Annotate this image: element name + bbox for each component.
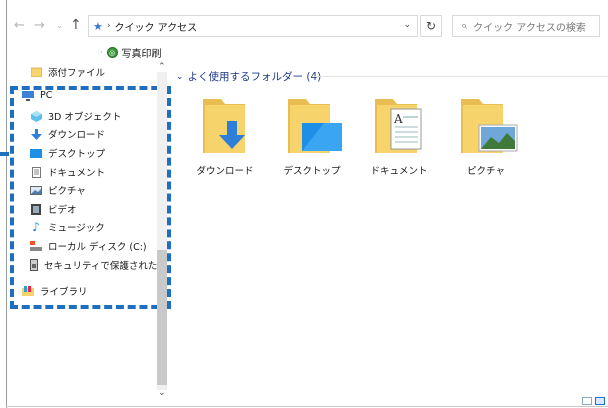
nav-item-label: ドキュメント <box>48 168 106 179</box>
nav-item-label: ピクチャ <box>48 186 86 197</box>
folder-icon <box>30 67 42 78</box>
nav-item-label: 3D オブジェクト <box>48 112 122 123</box>
folder-tile-downloads[interactable]: ダウンロード <box>190 95 260 177</box>
download-folder-icon <box>203 99 245 153</box>
desktop-icon <box>30 148 42 159</box>
nav-item-downloads[interactable]: ダウンロード <box>30 127 105 141</box>
nav-item-3d-objects[interactable]: 3D オブジェクト <box>30 109 121 123</box>
pictures-folder-icon <box>461 99 518 153</box>
section-title: よく使用するフォルダー (4) <box>187 71 322 83</box>
pictures-icon <box>30 185 42 196</box>
scroll-down-icon[interactable]: ⌄ <box>158 388 166 398</box>
nav-item-label: PC <box>40 90 53 101</box>
nav-item-music[interactable]: ♪ ミュージック <box>30 220 105 234</box>
window-left-border <box>6 0 7 408</box>
documents-folder-icon: A <box>375 99 422 153</box>
address-dropdown-icon[interactable]: ⌄ <box>403 20 411 30</box>
section-divider <box>312 76 608 77</box>
nav-item-desktop[interactable]: デスクトップ <box>30 146 105 160</box>
breadcrumb-separator: › <box>106 21 111 31</box>
refresh-icon: ↻ <box>425 19 437 33</box>
video-icon <box>30 203 42 215</box>
nav-item-pc[interactable]: PC <box>22 90 52 101</box>
large-icons-view-icon[interactable] <box>595 397 605 405</box>
scroll-up-icon[interactable]: ⌃ <box>158 62 166 72</box>
music-icon: ♪ <box>32 220 40 234</box>
folder-label: ピクチャ <box>467 166 505 177</box>
nav-scrollbar-thumb[interactable] <box>157 250 167 385</box>
pc-icon <box>22 90 34 101</box>
photo-print-button[interactable]: 写真印刷 <box>122 45 162 60</box>
nav-item-secure-storage[interactable]: セキュリティで保護された記憶域 <box>30 258 158 272</box>
nav-item-attachments[interactable]: 添付ファイル <box>30 65 105 79</box>
ribbon-bullet: · <box>100 48 103 57</box>
nav-item-videos[interactable]: ビデオ <box>30 202 77 216</box>
nav-item-label: ローカル ディスク (C:) <box>48 242 147 253</box>
window-bottom-border <box>6 406 608 407</box>
library-icon <box>22 286 34 297</box>
nav-item-label: ライブラリ <box>40 287 88 298</box>
recent-locations-chevron-icon[interactable]: ⌄ <box>56 21 63 30</box>
local-disk-icon <box>30 241 42 252</box>
up-arrow-icon[interactable]: ↑ <box>70 17 82 33</box>
3d-objects-icon <box>30 110 42 122</box>
folder-tile-pictures[interactable]: ピクチャ <box>451 95 521 177</box>
quick-access-star-icon: ★ <box>93 19 103 33</box>
folder-label: ドキュメント <box>370 166 428 177</box>
refresh-button[interactable]: ↻ <box>420 15 442 37</box>
nav-item-label: セキュリティで保護された記憶域 <box>44 261 158 272</box>
nav-item-label: ビデオ <box>48 205 77 216</box>
nav-item-label: デスクトップ <box>48 149 106 160</box>
folder-label: デスクトップ <box>283 166 341 177</box>
nav-item-label: 添付ファイル <box>48 68 106 79</box>
folder-tile-desktop[interactable]: デスクトップ <box>277 95 347 177</box>
desktop-folder-icon <box>288 99 342 153</box>
folder-label: ダウンロード <box>196 166 254 177</box>
nav-item-library[interactable]: ライブラリ <box>22 284 88 298</box>
chevron-down-icon[interactable]: ⌄ <box>176 72 184 82</box>
address-path[interactable]: クイック アクセス <box>114 19 197 34</box>
svg-text:A: A <box>393 112 403 126</box>
search-placeholder: クイック アクセスの検索 <box>473 22 586 34</box>
search-icon: ⌕ <box>461 19 468 32</box>
nav-item-pictures[interactable]: ピクチャ <box>30 183 86 197</box>
folder-tile-documents[interactable]: A ドキュメント <box>364 95 434 177</box>
nav-item-label: ミュージック <box>48 223 105 234</box>
nav-item-documents[interactable]: ドキュメント <box>30 165 105 179</box>
forward-arrow-icon[interactable]: → <box>34 18 45 33</box>
highlight-dash-stub <box>0 152 9 156</box>
back-arrow-icon[interactable]: ← <box>14 18 25 33</box>
section-header-frequent-folders[interactable]: ⌄ よく使用するフォルダー (4) <box>176 69 321 84</box>
download-icon <box>30 128 42 140</box>
details-view-icon[interactable] <box>582 397 592 405</box>
ribbon-row: · ◎ 写真印刷 <box>100 45 162 60</box>
document-icon <box>30 166 42 178</box>
address-bar[interactable]: ★ › クイック アクセス ⌄ <box>88 15 418 37</box>
secure-storage-icon <box>30 259 38 271</box>
nav-item-local-disk[interactable]: ローカル ディスク (C:) <box>30 239 147 253</box>
search-box[interactable]: ⌕ クイック アクセスの検索 <box>452 15 600 37</box>
nav-item-label: ダウンロード <box>48 130 106 141</box>
photo-print-icon: ◎ <box>106 47 118 58</box>
